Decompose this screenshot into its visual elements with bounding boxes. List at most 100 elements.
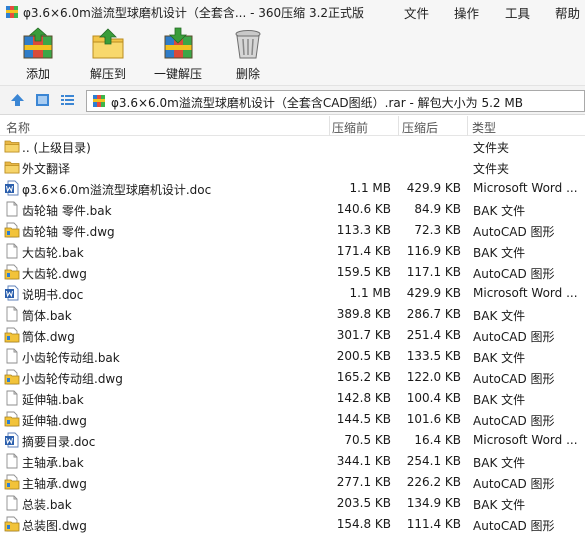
file-type: BAK 文件 xyxy=(473,309,526,323)
file-row[interactable]: 延伸轴.dwg 144.5 KB 101.6 KB AutoCAD 图形 xyxy=(0,409,585,430)
file-name: 齿轮轴 零件.bak xyxy=(22,204,112,218)
thumbnail-view-icon[interactable] xyxy=(34,92,51,108)
file-name: φ3.6×6.0m溢流型球磨机设计.doc xyxy=(22,183,212,197)
word-doc-icon xyxy=(4,432,20,448)
file-row[interactable]: 筒体.bak 389.8 KB 286.7 KB BAK 文件 xyxy=(0,304,585,325)
column-divider[interactable] xyxy=(329,116,330,136)
file-size: 203.5 KB xyxy=(336,496,391,510)
file-name: 主轴承.bak xyxy=(22,456,84,470)
file-type: AutoCAD 图形 xyxy=(473,477,555,491)
file-packed-size: 254.1 KB xyxy=(406,454,461,468)
delete-label: 删除 xyxy=(235,67,260,81)
file-row[interactable]: 摘要目录.doc 70.5 KB 16.4 KB Microsoft Word ... xyxy=(0,430,585,451)
file-packed-size: 100.4 KB xyxy=(406,391,461,405)
file-size: 301.7 KB xyxy=(336,328,391,342)
file-name: 筒体.dwg xyxy=(22,330,75,344)
file-row[interactable]: 外文翻译 文件夹 xyxy=(0,157,585,178)
add-button[interactable]: 添加 xyxy=(14,27,62,83)
file-size: 389.8 KB xyxy=(336,307,391,321)
path-text: φ3.6×6.0m溢流型球磨机设计（全套含CAD图纸）.rar - 解包大小为 … xyxy=(111,96,523,110)
file-name: .. (上级目录) xyxy=(22,141,91,155)
file-size: 142.8 KB xyxy=(336,391,391,405)
file-packed-size: 134.9 KB xyxy=(406,496,461,510)
file-size: 113.3 KB xyxy=(336,223,391,237)
add-archive-icon xyxy=(23,27,53,59)
file-type: 文件夹 xyxy=(473,141,510,155)
add-label: 添加 xyxy=(25,67,50,81)
path-field[interactable]: φ3.6×6.0m溢流型球磨机设计（全套含CAD图纸）.rar - 解包大小为 … xyxy=(86,90,585,112)
archive-app-icon xyxy=(6,6,18,18)
dwg-file-icon xyxy=(4,327,20,343)
menu-tools[interactable]: 工具 xyxy=(505,3,530,22)
menu-file[interactable]: 文件 xyxy=(404,3,429,22)
file-name: 齿轮轴 零件.dwg xyxy=(22,225,115,239)
delete-button[interactable]: 删除 xyxy=(226,27,270,83)
file-size: 200.5 KB xyxy=(336,349,391,363)
column-size[interactable]: 压缩前 xyxy=(332,119,368,136)
file-row[interactable]: 齿轮轴 零件.bak 140.6 KB 84.9 KB BAK 文件 xyxy=(0,199,585,220)
file-name: 小齿轮传动组.dwg xyxy=(22,372,123,386)
file-packed-size: 429.9 KB xyxy=(406,286,461,300)
column-name[interactable]: 名称 xyxy=(6,119,30,136)
file-size: 1.1 MB xyxy=(349,181,391,195)
title-bar: φ3.6×6.0m溢流型球磨机设计（全套含... - 360压缩 3.2正式版 … xyxy=(0,0,585,24)
file-row[interactable]: 大齿轮.bak 171.4 KB 116.9 KB BAK 文件 xyxy=(0,241,585,262)
file-type: AutoCAD 图形 xyxy=(473,225,555,239)
file-row[interactable]: 小齿轮传动组.dwg 165.2 KB 122.0 KB AutoCAD 图形 xyxy=(0,367,585,388)
file-row[interactable]: 主轴承.dwg 277.1 KB 226.2 KB AutoCAD 图形 xyxy=(0,472,585,493)
blank-file-icon xyxy=(4,495,20,511)
file-row[interactable]: 小齿轮传动组.bak 200.5 KB 133.5 KB BAK 文件 xyxy=(0,346,585,367)
toolbar: 添加 解压到 一键解压 删除 xyxy=(0,24,585,85)
file-packed-size: 226.2 KB xyxy=(406,475,461,489)
folder-icon xyxy=(4,159,20,175)
file-packed-size: 116.9 KB xyxy=(406,244,461,258)
dwg-file-icon xyxy=(4,516,20,532)
list-view-icon[interactable] xyxy=(59,92,76,108)
column-header: 名称 压缩前 压缩后 类型 xyxy=(0,116,585,136)
column-type[interactable]: 类型 xyxy=(472,119,496,136)
blank-file-icon xyxy=(4,201,20,217)
file-row[interactable]: 总装图.dwg 154.8 KB 111.4 KB AutoCAD 图形 xyxy=(0,514,585,535)
file-size: 159.5 KB xyxy=(336,265,391,279)
menu-operate[interactable]: 操作 xyxy=(454,3,479,22)
file-row[interactable]: 齿轮轴 零件.dwg 113.3 KB 72.3 KB AutoCAD 图形 xyxy=(0,220,585,241)
file-row[interactable]: 大齿轮.dwg 159.5 KB 117.1 KB AutoCAD 图形 xyxy=(0,262,585,283)
one-click-extract-icon xyxy=(164,27,193,59)
column-divider[interactable] xyxy=(467,116,468,136)
file-row[interactable]: 总装.bak 203.5 KB 134.9 KB BAK 文件 xyxy=(0,493,585,514)
file-type: 文件夹 xyxy=(473,162,510,176)
dwg-file-icon xyxy=(4,474,20,490)
file-packed-size: 16.4 KB xyxy=(414,433,461,447)
extract-to-button[interactable]: 解压到 xyxy=(84,27,132,83)
window-title: φ3.6×6.0m溢流型球磨机设计（全套含... - 360压缩 3.2正式版 xyxy=(23,6,365,20)
up-arrow-icon[interactable] xyxy=(9,92,26,108)
file-name: 延伸轴.dwg xyxy=(22,414,87,428)
file-row[interactable]: 延伸轴.bak 142.8 KB 100.4 KB BAK 文件 xyxy=(0,388,585,409)
file-type: BAK 文件 xyxy=(473,246,526,260)
column-divider[interactable] xyxy=(398,116,399,136)
file-row[interactable]: φ3.6×6.0m溢流型球磨机设计.doc 1.1 MB 429.9 KB Micro… xyxy=(0,178,585,199)
file-name: 小齿轮传动组.bak xyxy=(22,351,120,365)
menu-help[interactable]: 帮助 xyxy=(555,3,580,22)
word-doc-icon xyxy=(4,180,20,196)
file-row[interactable]: 说明书.doc 1.1 MB 429.9 KB Microsoft Word ... xyxy=(0,283,585,304)
file-row[interactable]: .. (上级目录) 文件夹 xyxy=(0,136,585,157)
file-packed-size: 84.9 KB xyxy=(414,202,461,216)
file-packed-size: 286.7 KB xyxy=(406,307,461,321)
file-name: 延伸轴.bak xyxy=(22,393,84,407)
file-type: AutoCAD 图形 xyxy=(473,414,555,428)
file-size: 171.4 KB xyxy=(336,244,391,258)
file-row[interactable]: 筒体.dwg 301.7 KB 251.4 KB AutoCAD 图形 xyxy=(0,325,585,346)
file-size: 344.1 KB xyxy=(336,454,391,468)
dwg-file-icon xyxy=(4,411,20,427)
file-type: BAK 文件 xyxy=(473,456,526,470)
word-doc-icon xyxy=(4,285,20,301)
file-type: BAK 文件 xyxy=(473,393,526,407)
column-packed[interactable]: 压缩后 xyxy=(402,119,438,136)
file-size: 154.8 KB xyxy=(336,517,391,531)
address-bar: φ3.6×6.0m溢流型球磨机设计（全套含CAD图纸）.rar - 解包大小为 … xyxy=(0,85,585,115)
file-size: 140.6 KB xyxy=(336,202,391,216)
file-row[interactable]: 主轴承.bak 344.1 KB 254.1 KB BAK 文件 xyxy=(0,451,585,472)
one-click-extract-button[interactable]: 一键解压 xyxy=(152,27,204,83)
file-packed-size: 111.4 KB xyxy=(406,517,461,531)
